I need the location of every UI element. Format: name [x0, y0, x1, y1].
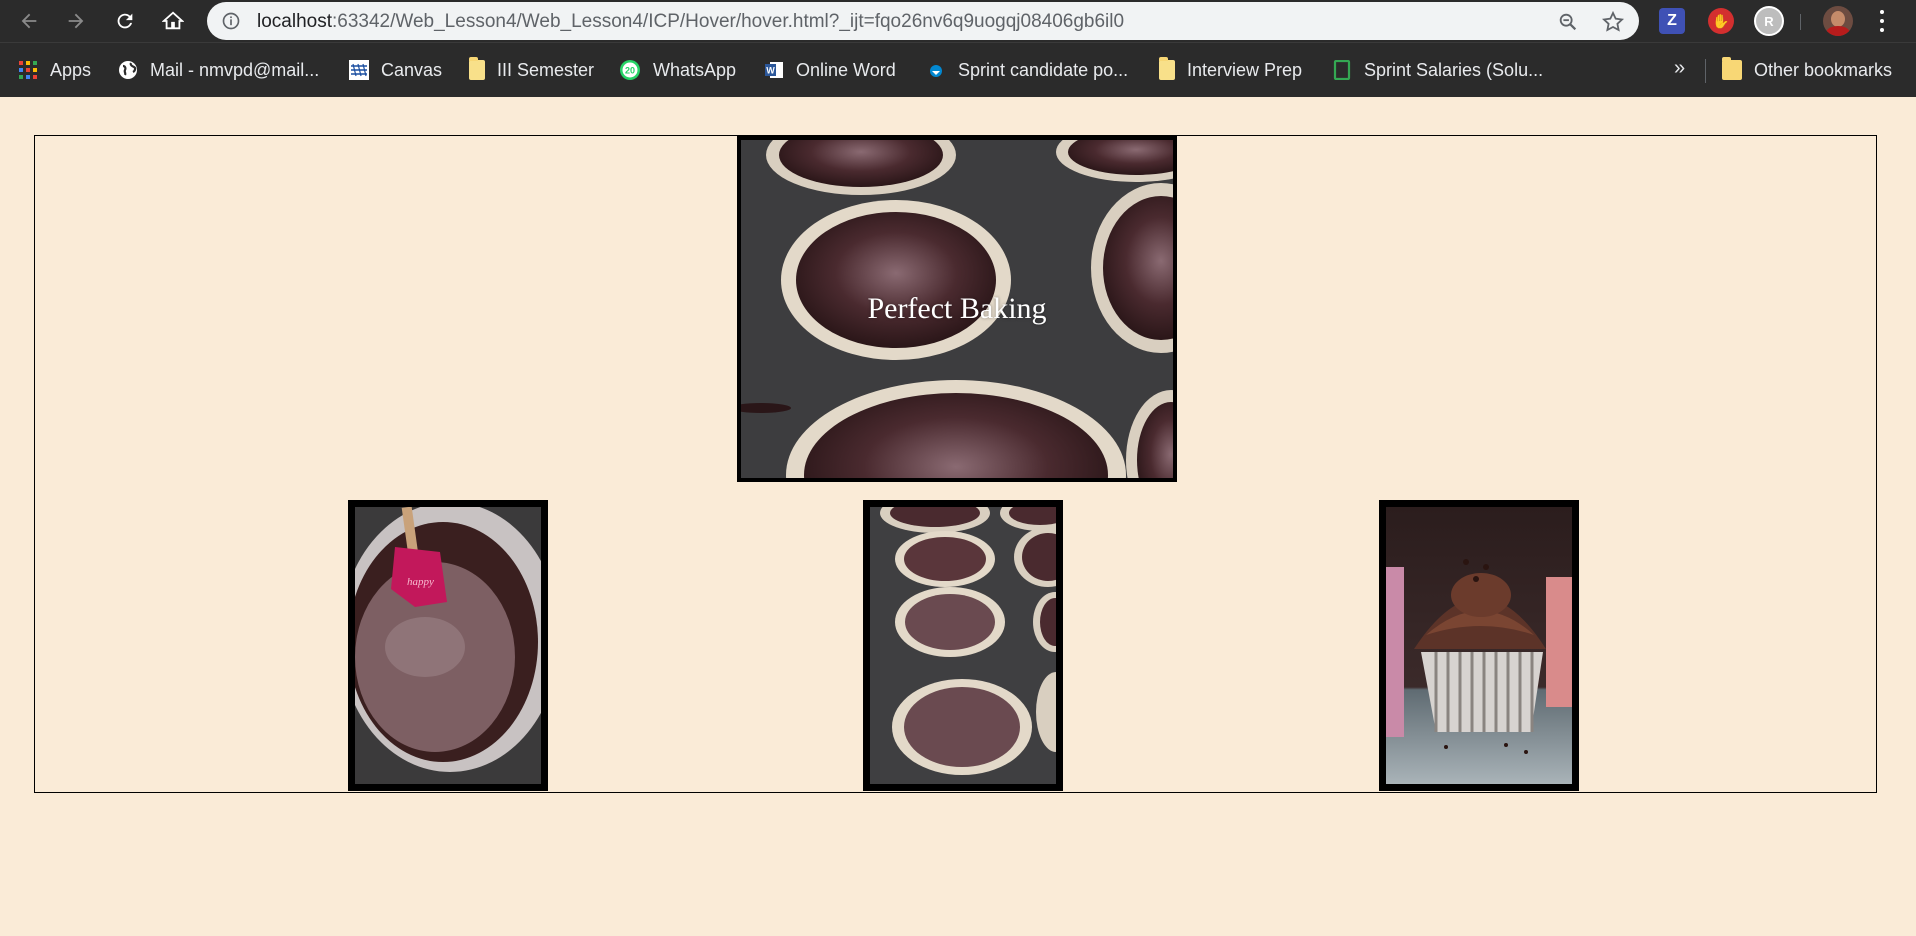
- extension-stop-icon[interactable]: ✋: [1708, 8, 1734, 34]
- bookmark-online-word-label: Online Word: [796, 59, 896, 80]
- bookmark-whatsapp-label: WhatsApp: [653, 59, 737, 80]
- forward-icon: [68, 13, 84, 29]
- browser-toolbar: localhost:63342/Web_Lesson4/Web_Lesson4/…: [0, 0, 1916, 42]
- note-icon: [469, 57, 485, 80]
- bookmark-apps-label: Apps: [50, 59, 92, 80]
- bookmark-sprint-candidate-label: Sprint candidate po...: [958, 59, 1129, 80]
- reload-button[interactable]: [110, 6, 140, 36]
- chocolate-cupcake-image[interactable]: [1379, 500, 1579, 791]
- bookmarks-bar: Apps Mail - nmvpd@mail... Canvas III Sem…: [0, 42, 1916, 98]
- bookmark-canvas-label: Canvas: [381, 59, 443, 80]
- globe-icon: [119, 61, 137, 79]
- bookmarks-divider: [1705, 59, 1706, 83]
- url-host: localhost: [257, 11, 332, 32]
- back-icon: [21, 13, 37, 29]
- browser-chrome: localhost:63342/Web_Lesson4/Web_Lesson4/…: [0, 0, 1916, 98]
- batter-bowl-image[interactable]: happy: [348, 500, 548, 791]
- bookmark-apps[interactable]: Apps: [18, 57, 91, 83]
- bookmark-semester-label: III Semester: [497, 59, 595, 80]
- home-icon: [162, 11, 184, 30]
- bookmark-sprint-salaries-label: Sprint Salaries (Solu...: [1364, 59, 1544, 80]
- home-button[interactable]: [158, 6, 188, 36]
- reload-icon: [117, 13, 133, 29]
- hero-image[interactable]: Perfect Baking: [737, 136, 1177, 482]
- svg-text:W: W: [766, 66, 775, 76]
- forward-button[interactable]: [61, 6, 91, 36]
- menu-icon[interactable]: [1872, 8, 1892, 34]
- sprint-candidate-icon: [930, 65, 942, 77]
- sheets-icon: [1333, 60, 1351, 80]
- bookmarks-overflow-button[interactable]: »: [1674, 57, 1685, 80]
- bookmark-sprint-salaries[interactable]: Sprint Salaries (Solu...: [1332, 57, 1543, 83]
- folder-icon: [1722, 57, 1742, 80]
- star-icon[interactable]: [1601, 10, 1625, 34]
- note-icon: [1159, 57, 1175, 80]
- muffin-tin-small-photo: [870, 507, 1056, 784]
- info-icon[interactable]: [221, 11, 241, 31]
- bookmark-mail-label: Mail - nmvpd@mail...: [150, 59, 320, 80]
- canvas-logo-icon: [349, 60, 369, 80]
- bookmark-interview-prep[interactable]: Interview Prep: [1159, 57, 1302, 83]
- batter-bowl-photo: happy: [355, 507, 541, 784]
- word-icon: W: [765, 62, 783, 78]
- bookmark-canvas[interactable]: Canvas: [349, 57, 442, 83]
- zoom-icon[interactable]: [1557, 11, 1579, 33]
- apps-grid-icon: [19, 61, 37, 79]
- bookmark-mail[interactable]: Mail - nmvpd@mail...: [118, 57, 319, 83]
- bookmark-sprint-candidate[interactable]: Sprint candidate po...: [926, 57, 1128, 83]
- whatsapp-icon: 20: [620, 60, 640, 80]
- hero-caption: Perfect Baking: [867, 292, 1047, 325]
- bookmark-online-word[interactable]: W Online Word: [764, 57, 896, 83]
- avatar[interactable]: [1823, 6, 1853, 36]
- bookmark-semester[interactable]: III Semester: [469, 57, 594, 83]
- extension-profile-icon[interactable]: R: [1754, 6, 1784, 36]
- toolbar-divider: [1800, 14, 1801, 30]
- extension-z-icon[interactable]: Z: [1659, 8, 1685, 34]
- svg-text:happy: happy: [407, 576, 434, 588]
- url-path: :63342/Web_Lesson4/Web_Lesson4/ICP/Hover…: [332, 11, 1125, 32]
- chocolate-cupcake-photo: [1386, 507, 1572, 784]
- muffin-tin-image[interactable]: [863, 500, 1063, 791]
- bookmark-interview-prep-label: Interview Prep: [1187, 59, 1303, 80]
- avatar-shoulders: [1826, 26, 1850, 36]
- whatsapp-badge: 20: [625, 66, 635, 76]
- avatar-face: [1831, 11, 1845, 27]
- bookmark-other[interactable]: Other bookmarks: [1722, 57, 1892, 83]
- url-text[interactable]: localhost:63342/Web_Lesson4/Web_Lesson4/…: [257, 11, 1124, 33]
- bookmark-whatsapp[interactable]: 20 WhatsApp: [619, 57, 736, 83]
- address-bar[interactable]: localhost:63342/Web_Lesson4/Web_Lesson4/…: [207, 2, 1639, 40]
- bookmark-other-label: Other bookmarks: [1754, 59, 1893, 80]
- back-button[interactable]: [14, 6, 44, 36]
